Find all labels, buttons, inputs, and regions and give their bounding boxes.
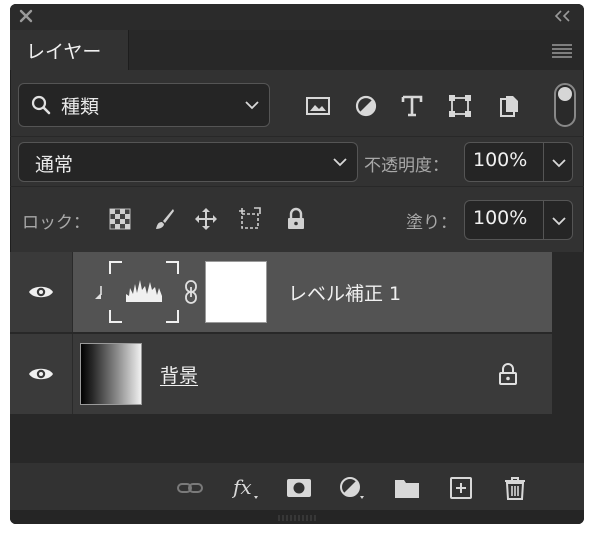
layer-row-adjustment[interactable]: レベル補正 1 xyxy=(10,252,552,332)
opacity-value: 100% xyxy=(473,149,528,171)
opacity-dropdown-button[interactable] xyxy=(543,142,573,182)
search-icon xyxy=(31,95,51,115)
chevron-down-icon xyxy=(552,217,566,226)
chevron-down-icon xyxy=(552,159,566,168)
layer-name[interactable]: 背景 xyxy=(160,361,198,388)
filter-toggle[interactable] xyxy=(554,83,576,127)
opacity-input[interactable]: 100% xyxy=(464,142,544,182)
new-adjustment-layer-icon[interactable] xyxy=(338,475,366,501)
filter-kind-value: 種類 xyxy=(61,96,100,118)
adjustment-filter-icon[interactable] xyxy=(353,93,379,119)
lock-row: ロック： 塗り： 100% xyxy=(10,186,584,253)
visibility-toggle[interactable] xyxy=(10,334,73,414)
resize-strip[interactable] xyxy=(10,510,584,524)
filter-row: 種類 xyxy=(10,70,584,136)
link-icon[interactable] xyxy=(184,279,198,305)
new-group-folder-icon[interactable] xyxy=(393,475,421,501)
lock-icon[interactable] xyxy=(498,363,518,385)
clipping-arrow-icon xyxy=(95,286,102,299)
lock-all-icon[interactable] xyxy=(284,207,308,231)
visibility-toggle[interactable] xyxy=(10,252,73,332)
layer-row-background[interactable]: 背景 xyxy=(10,334,552,414)
shape-filter-icon[interactable] xyxy=(447,93,473,119)
layers-list: レベル補正 1 背景 xyxy=(10,252,584,462)
fill-value: 100% xyxy=(473,207,528,229)
filter-kind-select[interactable]: 種類 xyxy=(18,83,270,127)
smart-object-filter-icon[interactable] xyxy=(496,93,522,119)
image-filter-icon[interactable] xyxy=(305,93,331,119)
layers-footer-toolbar: fx xyxy=(10,462,584,511)
eye-icon[interactable] xyxy=(28,283,54,301)
filter-toggle-knob xyxy=(558,87,572,101)
tab-layers[interactable]: レイヤー xyxy=(10,30,129,70)
blend-mode-select[interactable]: 通常 xyxy=(18,142,358,182)
lock-transparent-pixels-icon[interactable] xyxy=(108,207,132,231)
layer-mask-thumbnail[interactable] xyxy=(205,261,267,323)
brush-icon[interactable] xyxy=(152,207,176,231)
trash-icon[interactable] xyxy=(501,475,529,501)
svg-text:fx: fx xyxy=(232,475,252,499)
layer-name[interactable]: レベル補正 1 xyxy=(288,279,401,306)
eye-icon[interactable] xyxy=(28,365,54,383)
blend-row: 通常 不透明度： 100% xyxy=(10,136,584,187)
close-icon[interactable] xyxy=(19,9,33,23)
fill-input[interactable]: 100% xyxy=(464,200,544,240)
type-filter-icon[interactable] xyxy=(399,93,425,119)
opacity-label: 不透明度： xyxy=(364,156,449,176)
move-icon[interactable] xyxy=(194,207,218,231)
blend-mode-value: 通常 xyxy=(35,154,74,176)
chevron-down-icon xyxy=(245,101,259,110)
add-mask-icon[interactable] xyxy=(285,475,313,501)
tab-layers-label: レイヤー xyxy=(26,41,102,63)
layer-thumbnail[interactable] xyxy=(80,343,142,405)
new-layer-icon[interactable] xyxy=(447,475,475,501)
chevron-down-icon xyxy=(333,158,347,167)
resize-grip-icon[interactable] xyxy=(277,515,317,521)
levels-adjustment-icon xyxy=(109,261,179,323)
artboard-icon[interactable] xyxy=(238,207,262,231)
tab-bar: レイヤー xyxy=(10,30,584,70)
fx-icon[interactable]: fx xyxy=(232,475,260,501)
panel-menu-icon[interactable] xyxy=(552,44,572,58)
panel-titlebar xyxy=(10,4,584,30)
collapse-icon[interactable] xyxy=(554,10,572,22)
lock-label: ロック： xyxy=(22,213,90,233)
fill-label: 塗り： xyxy=(406,213,457,233)
layers-panel: レイヤー 種類 通常 不透明度： 100% ロック： 塗り： 100% レベル補… xyxy=(10,4,584,524)
fill-dropdown-button[interactable] xyxy=(543,200,573,240)
link-layers-icon[interactable] xyxy=(176,475,204,501)
